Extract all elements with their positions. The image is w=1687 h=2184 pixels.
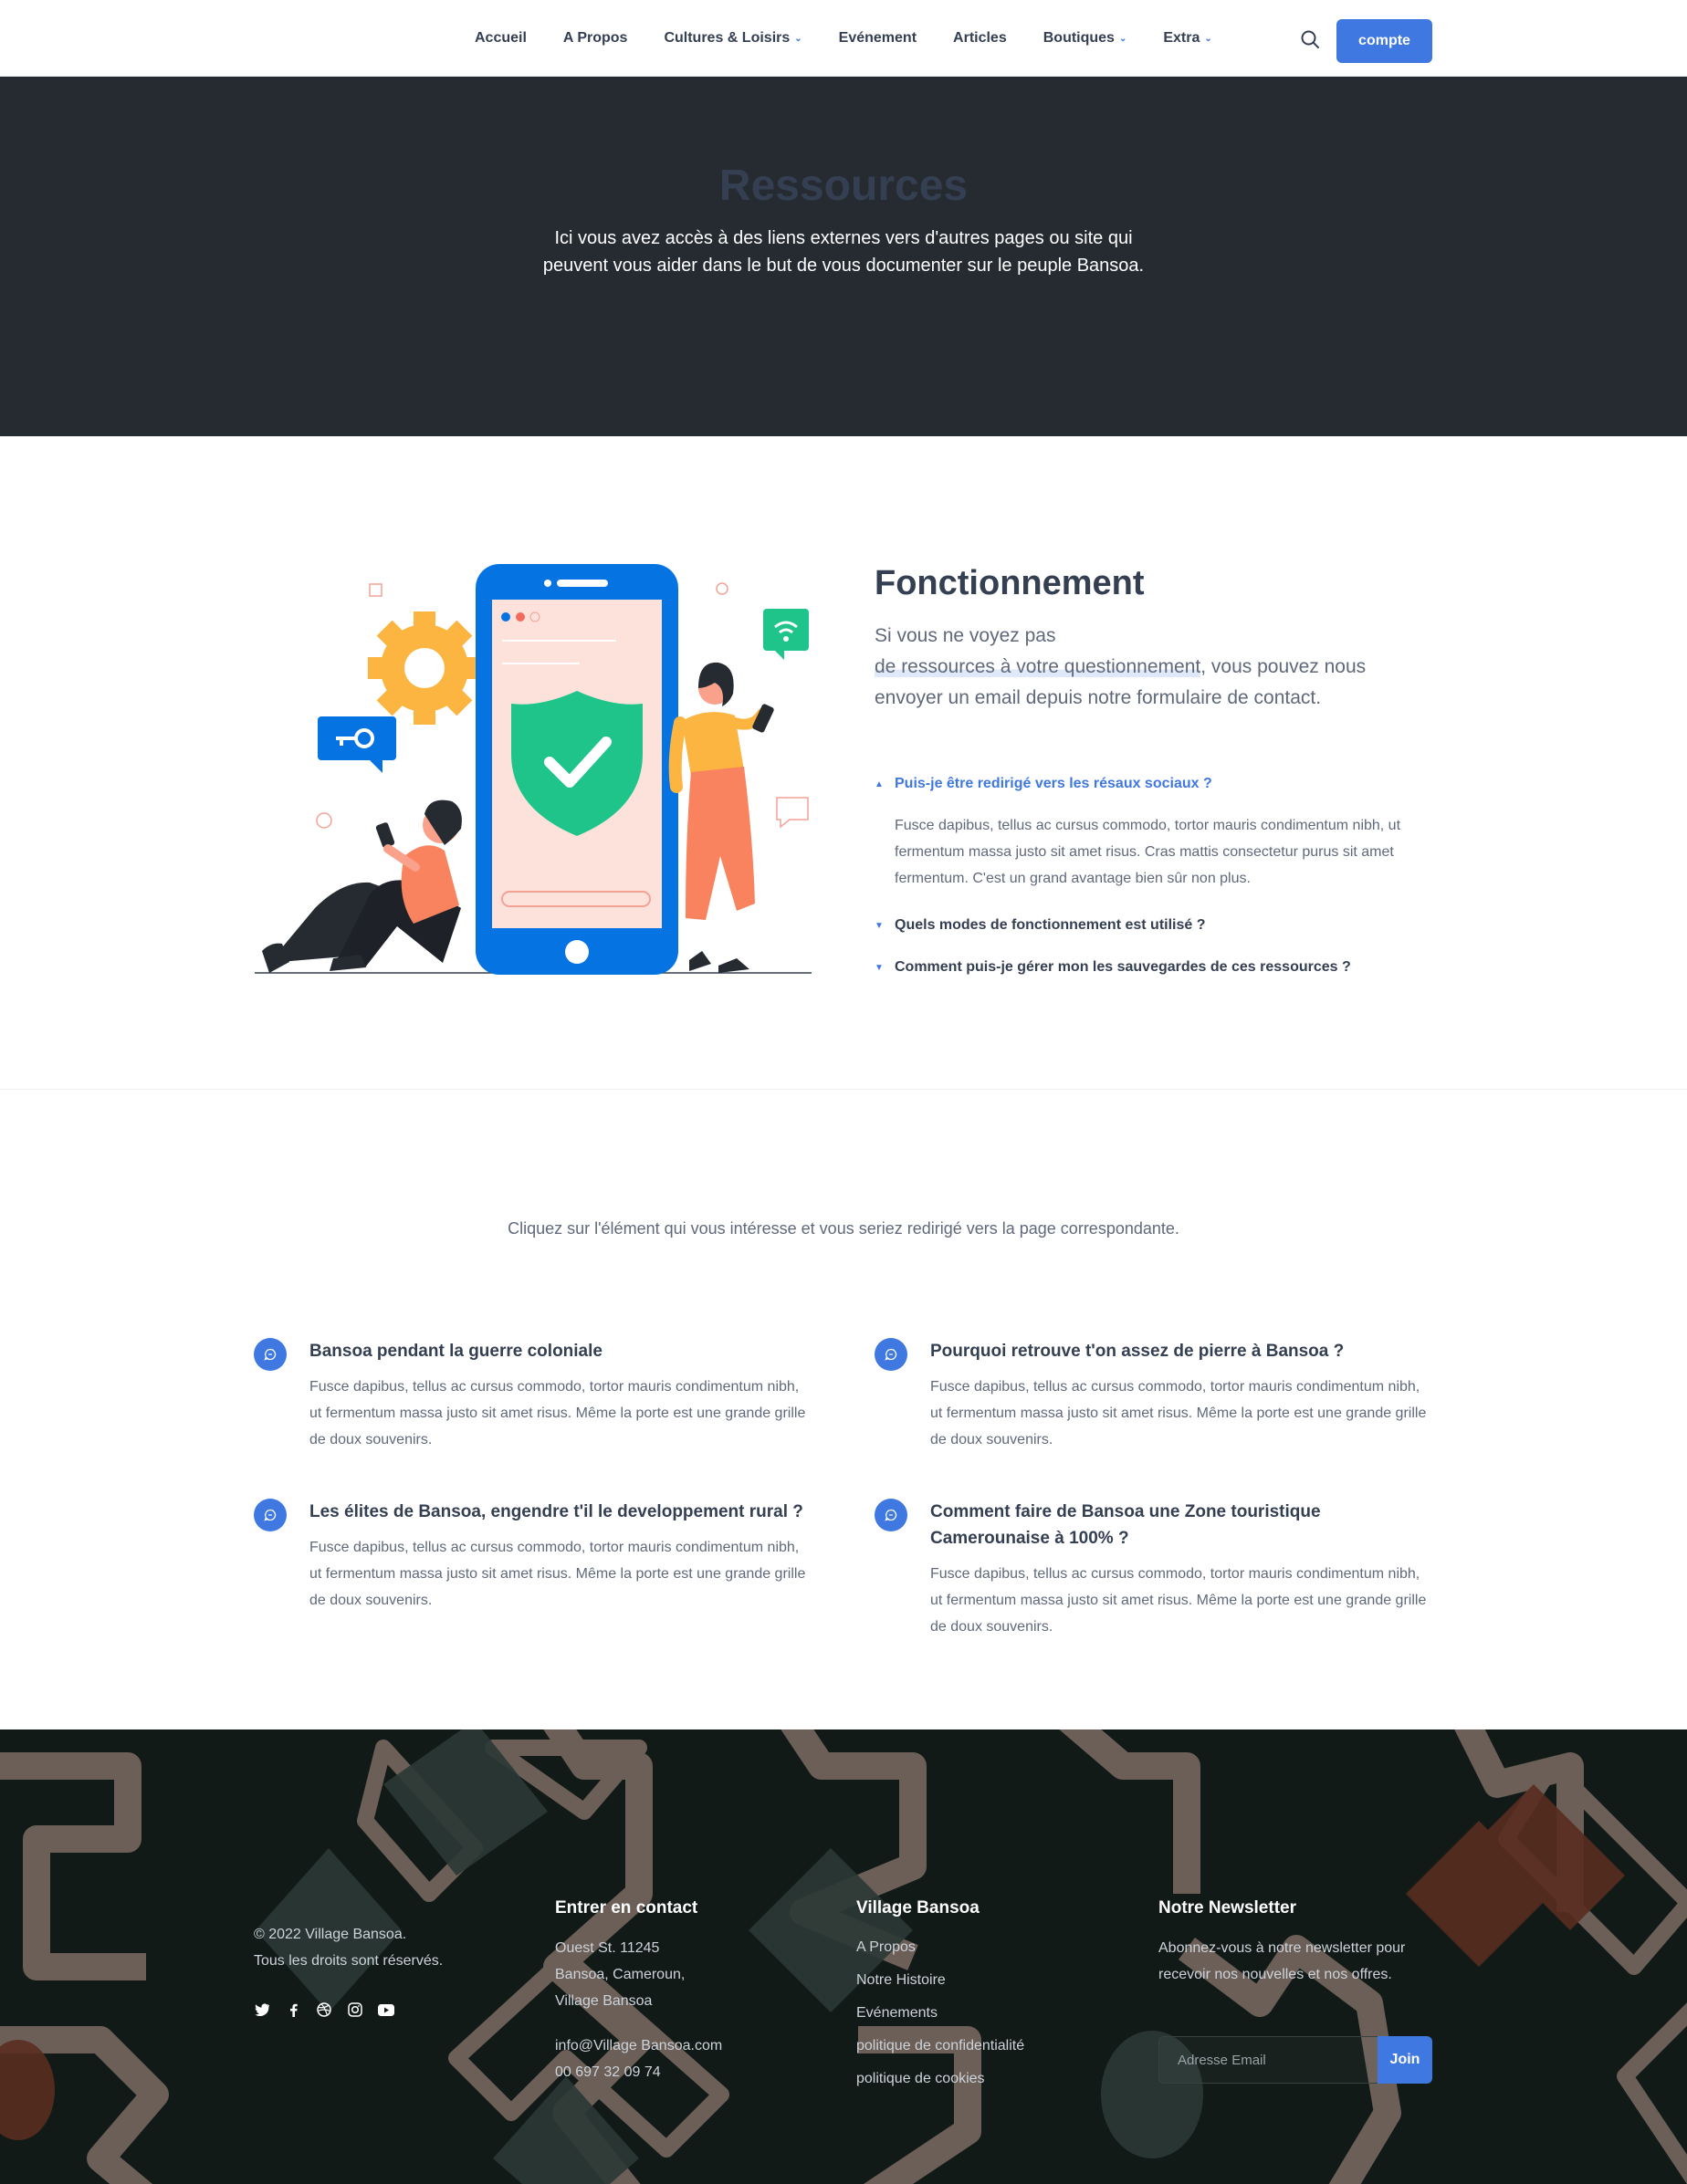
resource-item[interactable]: Pourquoi retrouve t'on assez de pierre à… [875, 1338, 1431, 1453]
footer-link[interactable]: politique de cookies [856, 2063, 1024, 2095]
account-button[interactable]: compte [1336, 19, 1432, 63]
lead-highlight: de ressources à votre questionnement [875, 656, 1201, 677]
accordion-item-1: ▲ Puis-je être redirigé vers les résaux … [875, 776, 1422, 892]
top-navbar: Accueil A Propos Cultures & Loisirs ⌄ Evé… [0, 0, 1687, 77]
dribbble-icon[interactable] [316, 2001, 332, 2018]
resource-item[interactable]: Bansoa pendant la guerre coloniale Fusce… [254, 1338, 811, 1453]
section-title: Fonctionnement [875, 564, 1145, 602]
twitter-icon[interactable] [254, 2001, 270, 2018]
footer-contact: Entrer en contact Ouest St. 11245 Bansoa… [555, 1898, 722, 2085]
address-line: Village Bansoa [555, 1993, 653, 2009]
chevron-down-icon: ⌄ [1204, 33, 1212, 44]
section-divider [0, 1089, 1687, 1090]
address-line: Bansoa, Cameroun, [555, 1967, 686, 1982]
security-phone-illustration [251, 559, 817, 978]
lead-text: Si vous ne voyez pas [875, 625, 1056, 646]
contact-phone: 00 697 32 09 74 [555, 2064, 661, 2080]
section-lead: Si vous ne voyez pas de ressources à vot… [875, 621, 1386, 714]
nav-item-articles[interactable]: Articles [953, 30, 1007, 47]
nav-item-boutiques[interactable]: Boutiques ⌄ [1043, 30, 1127, 47]
footer-heading: Village Bansoa [856, 1898, 980, 1918]
nav-item-label: Boutiques [1043, 30, 1115, 46]
chevron-down-icon: ⌄ [794, 33, 802, 44]
resource-text: Fusce dapibus, tellus ac cursus commodo,… [930, 1566, 1427, 1635]
accordion-item-2: ▼ Quels modes de fonctionnement est util… [875, 917, 1422, 934]
newsletter-form: Join [1158, 2036, 1432, 2084]
resource-title: Pourquoi retrouve t'on assez de pierre à… [930, 1342, 1345, 1361]
copyright-line: Tous les droits sont réservés. [254, 1953, 444, 1969]
nav-item-extra[interactable]: Extra ⌄ [1163, 30, 1211, 47]
accordion-toggle[interactable]: ▼ Quels modes de fonctionnement est util… [875, 917, 1422, 934]
email-field[interactable] [1158, 2036, 1378, 2084]
footer-link[interactable]: A Propos [856, 1931, 1024, 1964]
footer: © 2022 Village Bansoa. Tous les droits s… [0, 1729, 1687, 2184]
footer-link[interactable]: politique de confidentialité [856, 2030, 1024, 2063]
resource-title: Comment faire de Bansoa une Zone tourist… [930, 1502, 1321, 1548]
accordion-toggle[interactable]: ▼ Comment puis-je gérer mon les sauvegar… [875, 959, 1422, 976]
chevron-down-icon: ⌄ [1118, 33, 1127, 44]
nav-item-accueil[interactable]: Accueil [475, 30, 527, 47]
copyright-line: © 2022 Village Bansoa. [254, 1927, 407, 1942]
accordion-question: Puis-je être redirigé vers les résaux so… [895, 776, 1212, 791]
resource-text: Fusce dapibus, tellus ac cursus commodo,… [930, 1379, 1427, 1447]
nav-item-label: Articles [953, 30, 1007, 46]
resource-text: Fusce dapibus, tellus ac cursus commodo,… [309, 1379, 806, 1447]
footer-brand: © 2022 Village Bansoa. Tous les droits s… [254, 1921, 443, 2018]
accordion-answer: Fusce dapibus, tellus ac cursus commodo,… [895, 818, 1401, 886]
main-menu: Accueil A Propos Cultures & Loisirs ⌄ Evé… [456, 0, 1231, 77]
chat-bubble-icon [875, 1338, 907, 1371]
social-links [254, 2001, 443, 2018]
newsletter-text: Abonnez-vous à notre newsletter pour rec… [1158, 1940, 1406, 1982]
chat-bubble-icon [254, 1499, 287, 1531]
footer-link[interactable]: Notre Histoire [856, 1964, 1024, 1997]
address-line: Ouest St. 11245 [555, 1940, 660, 1956]
footer-heading: Notre Newsletter [1158, 1898, 1296, 1918]
join-button[interactable]: Join [1378, 2036, 1432, 2084]
facebook-icon[interactable] [285, 2001, 301, 2018]
nav-item-a-propos[interactable]: A Propos [563, 30, 628, 47]
chat-bubble-icon [875, 1499, 907, 1531]
resource-item[interactable]: Les élites de Bansoa, engendre t'il le d… [254, 1499, 811, 1614]
accordion-question: Comment puis-je gérer mon les sauvegarde… [895, 959, 1351, 975]
contact-email[interactable]: info@Village Bansoa.com [555, 2032, 722, 2059]
nav-item-label: Cultures & Loisirs [664, 30, 791, 46]
resources-intro: Cliquez sur l'élément qui vous intéresse… [508, 1219, 1179, 1238]
page-subtitle: Ici vous avez accès à des liens externes… [542, 228, 1145, 276]
caret-down-icon: ▼ [875, 962, 884, 973]
resource-title: Bansoa pendant la guerre coloniale [309, 1342, 602, 1361]
nav-item-label: Evénement [838, 30, 917, 46]
resource-item[interactable]: Comment faire de Bansoa une Zone tourist… [875, 1499, 1431, 1640]
youtube-icon[interactable] [378, 2001, 394, 2018]
resource-text: Fusce dapibus, tellus ac cursus commodo,… [309, 1540, 806, 1608]
instagram-icon[interactable] [347, 2001, 363, 2018]
resource-title: Les élites de Bansoa, engendre t'il le d… [309, 1502, 803, 1521]
nav-item-cultures-loisirs[interactable]: Cultures & Loisirs ⌄ [664, 30, 802, 47]
footer-link[interactable]: Evénements [856, 1997, 1024, 2030]
nav-item-label: Accueil [475, 30, 527, 46]
accordion-question: Quels modes de fonctionnement est utilis… [895, 917, 1206, 933]
nav-item-label: Extra [1163, 30, 1200, 46]
nav-item-evenement[interactable]: Evénement [839, 30, 917, 47]
search-icon[interactable] [1300, 29, 1320, 49]
nav-item-label: A Propos [562, 30, 628, 46]
page-header: Ressources Ici vous avez accès à des lie… [0, 77, 1687, 436]
page-title: Ressources [718, 162, 969, 210]
caret-down-icon: ▼ [875, 920, 884, 931]
accordion-item-3: ▼ Comment puis-je gérer mon les sauvegar… [875, 959, 1422, 976]
footer-village-links: Village Bansoa A Propos Notre Histoire E… [856, 1898, 1024, 2095]
accordion-toggle[interactable]: ▲ Puis-je être redirigé vers les résaux … [875, 776, 1422, 792]
caret-up-icon: ▲ [875, 779, 884, 789]
chat-bubble-icon [254, 1338, 287, 1371]
footer-heading: Entrer en contact [555, 1898, 698, 1918]
footer-newsletter: Notre Newsletter Abonnez-vous à notre ne… [1158, 1898, 1432, 1988]
